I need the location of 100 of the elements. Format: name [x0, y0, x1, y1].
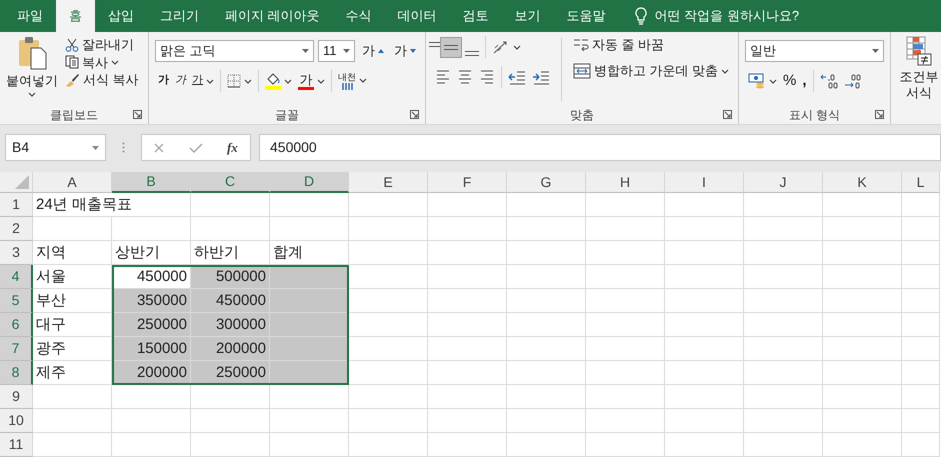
- font-name-dropdown[interactable]: 맑은 고딕: [155, 40, 314, 62]
- conditional-formatting-button[interactable]: 조건부 서식: [897, 36, 941, 100]
- ribbon-tab[interactable]: 보기: [502, 0, 554, 32]
- row-header[interactable]: 10: [0, 409, 33, 433]
- outdent-icon: [508, 69, 526, 85]
- row-header[interactable]: 9: [0, 385, 33, 409]
- table-cell: 250000: [191, 361, 270, 385]
- clipboard-icon: [17, 36, 47, 70]
- column-header[interactable]: K: [823, 172, 902, 193]
- table-cell: 450000: [191, 289, 270, 313]
- format-painter-button[interactable]: 서식 복사: [62, 71, 142, 89]
- indent-icon: [532, 69, 550, 85]
- table-cell: 350000: [112, 289, 191, 313]
- italic-button[interactable]: 가: [172, 73, 190, 89]
- column-header[interactable]: C: [191, 172, 270, 193]
- brush-icon: [65, 72, 80, 87]
- column-header[interactable]: F: [428, 172, 507, 193]
- table-cell: 지역: [33, 241, 112, 265]
- dropdown-arrow-icon: [92, 146, 99, 150]
- column-header[interactable]: D: [270, 172, 349, 193]
- phonetic-guide-button[interactable]: 내천: [335, 71, 370, 91]
- ribbon-tab[interactable]: 데이터: [384, 0, 450, 32]
- row-header[interactable]: 3: [0, 241, 33, 265]
- column-header[interactable]: H: [586, 172, 665, 193]
- name-box[interactable]: B4: [5, 134, 106, 161]
- caret-icon: [244, 78, 252, 84]
- scissors-icon: [65, 38, 79, 52]
- paste-button[interactable]: 붙여넣기: [6, 36, 58, 105]
- close-icon: [154, 142, 164, 152]
- ribbon-tab[interactable]: 수식: [332, 0, 385, 32]
- number-format-dropdown[interactable]: 일반: [745, 40, 884, 62]
- row-header[interactable]: 2: [0, 217, 33, 241]
- cell-reference: B4: [12, 138, 30, 157]
- conditional-format-icon: [906, 36, 932, 66]
- lightbulb-icon: [634, 7, 647, 25]
- corner-triangle-icon: [15, 175, 29, 189]
- caret-icon: [359, 78, 368, 84]
- ribbon-tab[interactable]: 그리기: [147, 0, 212, 32]
- caret-icon: [769, 78, 778, 84]
- caret-icon: [206, 78, 214, 84]
- merge-center-button[interactable]: 병합하고 가운데 맞춤: [570, 62, 732, 80]
- caret-icon: [317, 78, 326, 84]
- tell-me-search[interactable]: 어떤 작업을 원하시나요?: [654, 6, 800, 26]
- decimal-arrow-icon: [844, 73, 862, 89]
- caret-icon: [721, 68, 730, 74]
- ribbon-tab[interactable]: 도움말: [554, 0, 619, 32]
- group-label: 글꼴: [275, 106, 300, 124]
- table-cell: 제주: [33, 361, 112, 385]
- table-cell: 대구: [33, 313, 112, 337]
- column-header[interactable]: A: [33, 172, 112, 193]
- underline-button[interactable]: 가: [189, 73, 218, 89]
- ribbon-tab[interactable]: 삽입: [95, 0, 147, 32]
- column-header[interactable]: I: [665, 172, 744, 193]
- ribbon-tab[interactable]: 파일: [4, 0, 56, 32]
- decrease-font-size-button[interactable]: 가: [391, 42, 420, 60]
- lines-icon: [479, 68, 496, 86]
- dialog-launcher-icon: [133, 110, 142, 119]
- bold-button[interactable]: 가: [155, 73, 172, 89]
- ribbon-tab[interactable]: 홈: [56, 0, 95, 32]
- table-cell: 광주: [33, 337, 112, 361]
- wrap-text-button[interactable]: 자동 줄 바꿈: [570, 36, 732, 54]
- font-size-dropdown[interactable]: 11: [318, 40, 356, 62]
- font-name: 맑은 고딕: [160, 42, 216, 60]
- ribbon-tab[interactable]: 검토: [450, 0, 502, 32]
- column-header[interactable]: G: [507, 172, 586, 193]
- down-triangle-icon: [410, 49, 416, 53]
- row-header[interactable]: 1: [0, 193, 33, 217]
- cut-button[interactable]: 잘라내기: [62, 36, 142, 54]
- wrap-text-icon: [572, 37, 589, 53]
- table-cell: 부산: [33, 289, 112, 313]
- dialog-launcher-icon: [723, 110, 732, 119]
- row-header[interactable]: 4: [0, 265, 33, 289]
- table-cell: 250000: [112, 313, 191, 337]
- column-header[interactable]: J: [744, 172, 823, 193]
- percent-button[interactable]: %: [780, 71, 800, 91]
- dropdown-arrow-icon: [343, 49, 350, 53]
- column-header[interactable]: B: [112, 172, 191, 193]
- dropdown-arrow-icon: [302, 49, 309, 53]
- lines-icon: [465, 50, 480, 56]
- column-header[interactable]: L: [902, 172, 940, 193]
- row-header[interactable]: 5: [0, 289, 33, 313]
- row-header[interactable]: 6: [0, 313, 33, 337]
- increase-font-size-button[interactable]: 가: [359, 42, 388, 60]
- money-icon: [748, 73, 766, 89]
- ribbon-tab[interactable]: 페이지 레이아웃: [212, 0, 333, 32]
- table-cell: 150000: [112, 337, 191, 361]
- comma-button[interactable]: ,: [799, 71, 810, 91]
- lines-icon: [435, 68, 452, 86]
- formula-field[interactable]: 450000: [259, 134, 941, 161]
- copy-button[interactable]: 복사: [62, 54, 142, 72]
- middle-align-button[interactable]: [440, 36, 462, 58]
- table-cell: 300000: [191, 313, 270, 337]
- font-color-button[interactable]: 가: [295, 70, 328, 92]
- lines-icon: [457, 68, 474, 86]
- column-header[interactable]: E: [349, 172, 428, 193]
- row-header[interactable]: 8: [0, 361, 33, 385]
- row-header[interactable]: 7: [0, 337, 33, 361]
- insert-function-button[interactable]: fx: [224, 138, 241, 156]
- row-header[interactable]: 11: [0, 433, 33, 457]
- paint-bucket-icon: [265, 72, 282, 90]
